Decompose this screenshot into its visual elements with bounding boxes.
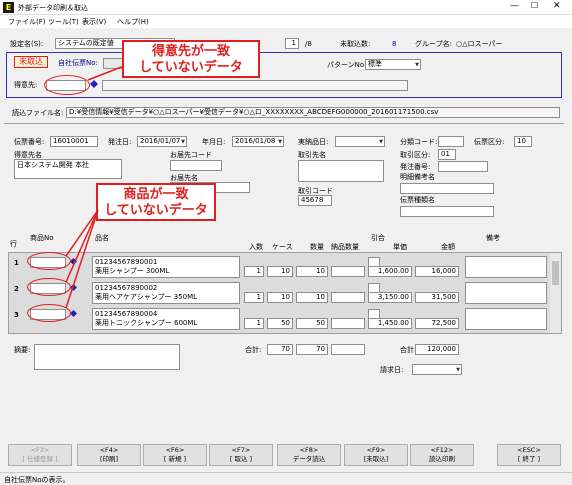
- exit-button[interactable]: <ESC>[ 終了 ]: [497, 444, 561, 466]
- button-label: [ 取込 ]: [229, 455, 253, 463]
- product-arrow-2: [65, 209, 99, 283]
- new-button[interactable]: <F6>[ 新規 ]: [143, 444, 207, 466]
- button-label: 読込印刷: [429, 455, 455, 463]
- status-bar: 自社伝票Noの表示。: [0, 472, 572, 485]
- button-label: データ読込: [292, 455, 326, 463]
- unimported-button[interactable]: <F9> [未取込]: [344, 444, 408, 466]
- product-arrow-1: [65, 209, 99, 257]
- product-arrow-3: [65, 209, 99, 309]
- data-load-button[interactable]: <F8> データ読込: [277, 444, 341, 466]
- load-print-button[interactable]: <F12> 読込印刷: [410, 444, 474, 466]
- button-key: <F3>: [30, 446, 50, 454]
- print-button[interactable]: <F4> [印刷]: [77, 444, 141, 466]
- status-text: 自社伝票Noの表示。: [4, 476, 70, 484]
- button-key: <F7>: [231, 446, 251, 454]
- customer-arrow: [87, 65, 125, 81]
- button-label: [ 仕様登録 ]: [22, 455, 58, 463]
- button-label: [ 新規 ]: [163, 455, 187, 463]
- spec-register-button[interactable]: <F3>[ 仕様登録 ]: [8, 444, 72, 466]
- import-button[interactable]: <F7>[ 取込 ]: [209, 444, 273, 466]
- button-key: <F9>: [366, 446, 386, 454]
- button-label: [印刷]: [99, 455, 119, 463]
- button-label: [ 終了 ]: [517, 455, 541, 463]
- button-label: [未取込]: [363, 455, 389, 463]
- button-key: <F8>: [299, 446, 319, 454]
- button-key: <F6>: [165, 446, 185, 454]
- button-key: <ESC>: [517, 446, 541, 454]
- button-key: <F12>: [430, 446, 454, 454]
- callout-arrows: [65, 65, 125, 309]
- button-key: <F4>: [99, 446, 119, 454]
